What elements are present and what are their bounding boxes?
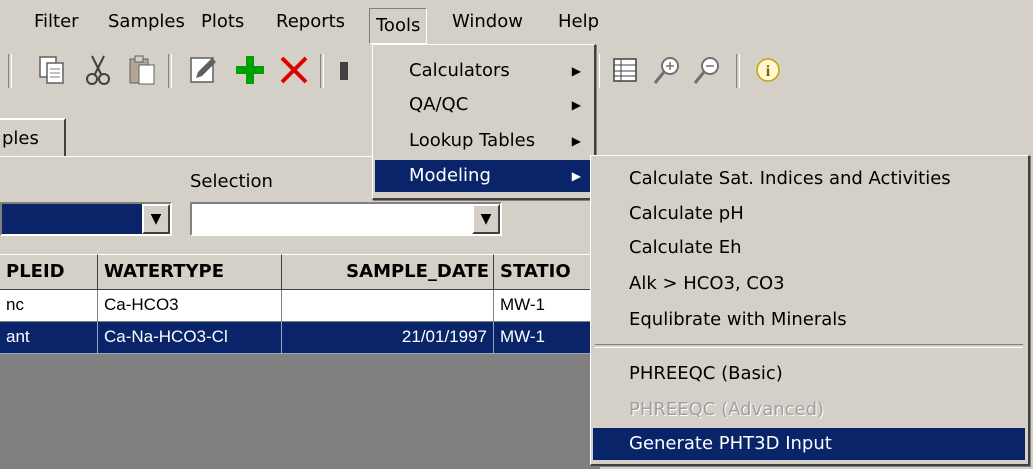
table-cell-id[interactable]: ant [0, 322, 98, 354]
column-header-sample-date[interactable]: SAMPLE_DATE [282, 254, 494, 290]
menu-samples[interactable]: Samples [100, 0, 193, 44]
menu-item-lookup-tables[interactable]: Lookup Tables ▶ [375, 125, 591, 157]
menu-item-equilibrate-minerals[interactable]: Equlibrate with Minerals [593, 304, 1025, 336]
table-cell-watertype[interactable]: Ca-Na-HCO3-Cl [98, 322, 282, 354]
copy-icon[interactable] [34, 52, 70, 88]
menu-item-phreeqc-advanced: PHREEQC (Advanced) [629, 399, 825, 420]
toolbar-separator [168, 54, 172, 88]
edit-icon[interactable] [186, 52, 222, 88]
cut-icon[interactable] [80, 52, 116, 88]
modeling-submenu: Calculate Sat. Indices and Activities Ca… [590, 155, 1030, 466]
tools-menu: Calculators ▶ QA/QC ▶ Lookup Tables ▶ Model… [372, 44, 596, 200]
filter-combo-value [2, 204, 144, 234]
menu-item-phreeqc-basic[interactable]: PHREEQC (Basic) [593, 358, 1025, 390]
menu-help[interactable]: Help [550, 0, 607, 44]
toolbar-separator [8, 54, 12, 88]
menu-item-modeling[interactable]: Modeling ▶ [375, 160, 591, 192]
menu-item-alk-conversion[interactable]: Alk > HCO3, CO3 [593, 268, 1025, 300]
info-icon[interactable]: i [750, 52, 786, 88]
filter-combo[interactable]: ▼ [0, 202, 172, 236]
selection-combo[interactable]: ▼ [190, 202, 502, 236]
column-header-watertype[interactable]: WATERTYPE [98, 254, 282, 290]
table-cell-station[interactable]: MW-1 [494, 290, 600, 322]
table-cell-id[interactable]: nc [0, 290, 98, 322]
menu-item-generate-pht3d[interactable]: Generate PHT3D Input [593, 428, 1025, 460]
toolbar-separator [736, 54, 740, 88]
menu-filter[interactable]: Filter [26, 0, 87, 44]
grid-icon[interactable] [608, 52, 644, 88]
column-header-station[interactable]: STATIO [494, 254, 600, 290]
menu-item-calc-eh[interactable]: Calculate Eh [593, 232, 1025, 264]
table-cell-station[interactable]: MW-1 [494, 322, 600, 354]
column-header-sampleid[interactable]: PLEID [0, 254, 98, 290]
menu-plots[interactable]: Plots [193, 0, 252, 44]
table-cell-date[interactable]: 21/01/1997 [282, 322, 494, 354]
menu-item-calc-ph[interactable]: Calculate pH [593, 198, 1025, 230]
zoom-out-icon[interactable] [690, 52, 726, 88]
toolbar-separator [596, 54, 600, 88]
menu-tools[interactable]: Tools [369, 8, 428, 44]
menu-reports[interactable]: Reports [268, 0, 353, 44]
menu-window[interactable]: Window [444, 0, 531, 44]
chevron-down-icon[interactable]: ▼ [142, 204, 170, 234]
svg-text:i: i [766, 63, 771, 80]
submenu-arrow-icon: ▶ [571, 64, 581, 78]
menu-item-calculators[interactable]: Calculators ▶ [375, 55, 591, 87]
submenu-arrow-icon: ▶ [571, 134, 581, 148]
menu-separator [595, 344, 1023, 348]
tab-divider [0, 156, 380, 157]
paste-icon[interactable] [124, 52, 160, 88]
table-cell-date[interactable] [282, 290, 494, 322]
submenu-arrow-icon: ▶ [571, 169, 581, 183]
binoculars-icon[interactable] [334, 52, 364, 88]
submenu-arrow-icon: ▶ [571, 98, 581, 112]
menu-item-qaqc[interactable]: QA/QC ▶ [375, 89, 591, 121]
chevron-down-icon[interactable]: ▼ [472, 204, 500, 234]
table-cell-watertype[interactable]: Ca-HCO3 [98, 290, 282, 322]
toolbar-separator [320, 54, 324, 88]
add-icon[interactable] [232, 52, 268, 88]
tab-samples[interactable]: ples [0, 118, 66, 156]
menu-item-calc-sat-indices[interactable]: Calculate Sat. Indices and Activities [593, 163, 1025, 195]
zoom-in-icon[interactable] [650, 52, 686, 88]
selection-label: Selection [190, 171, 273, 192]
delete-icon[interactable] [276, 52, 312, 88]
